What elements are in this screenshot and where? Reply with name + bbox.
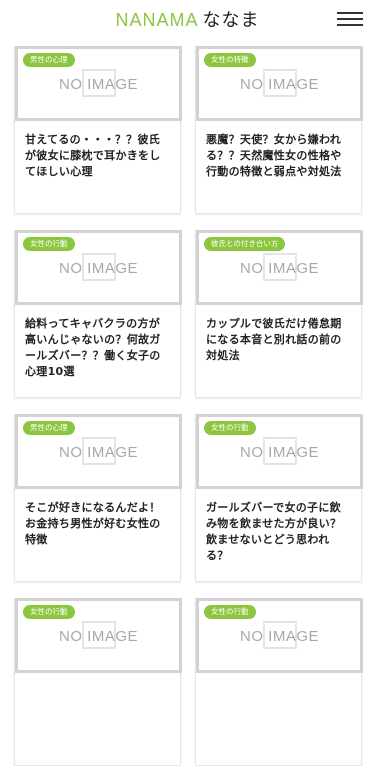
article-title[interactable]: そこが好きになるんだよ！お金持ち男性が好む女性の特徴: [15, 489, 180, 548]
article-card[interactable]: NO IMAGE 女性の行動: [195, 598, 363, 766]
article-title[interactable]: カップルで彼氏だけ倦怠期になる本音と別れ話の前の対処法: [196, 305, 361, 364]
article-thumbnail: NO IMAGE 女性の特徴: [196, 46, 363, 121]
logo-english: NANAMA: [115, 10, 199, 30]
no-image-text: NO IMAGE: [239, 628, 319, 645]
menu-icon[interactable]: [337, 12, 363, 26]
article-thumbnail: NO IMAGE 女性の行動: [15, 230, 182, 305]
article-card[interactable]: NO IMAGE 女性の特徴 悪魔？天使？女から嫌われる？？天然魔性女の性格や行…: [195, 46, 363, 214]
no-image-text: NO IMAGE: [58, 628, 138, 645]
no-image-text: NO IMAGE: [239, 444, 319, 461]
article-title[interactable]: 給料ってキャバクラの方が高いんじゃないの？何故ガールズバー？？働く女子の心理10…: [15, 305, 180, 380]
article-grid: NO IMAGE 男性の心理 甘えてるの・・・？？彼氏が彼女に膝枕で耳かきをして…: [14, 46, 363, 766]
article-title[interactable]: 甘えてるの・・・？？彼氏が彼女に膝枕で耳かきをしてほしい心理: [15, 121, 180, 180]
article-card[interactable]: NO IMAGE 女性の行動 ガールズバーで女の子に飲み物を飲ませた方が良い？飲…: [195, 414, 363, 582]
no-image-text: NO IMAGE: [58, 444, 138, 461]
no-image-text: NO IMAGE: [239, 76, 319, 93]
category-badge[interactable]: 女性の行動: [23, 237, 75, 251]
article-thumbnail: NO IMAGE 女性の行動: [196, 598, 363, 673]
article-thumbnail: NO IMAGE 男性の心理: [15, 46, 182, 121]
menu-icon-bar: [337, 24, 363, 26]
menu-icon-bar: [337, 18, 363, 20]
no-image-text: NO IMAGE: [239, 260, 319, 277]
article-thumbnail: NO IMAGE 男性の心理: [15, 414, 182, 489]
category-badge[interactable]: 女性の行動: [23, 605, 75, 619]
site-logo[interactable]: NANAMA ななま: [0, 9, 375, 31]
article-thumbnail: NO IMAGE 彼氏との付き合い方: [196, 230, 363, 305]
article-card[interactable]: NO IMAGE 彼氏との付き合い方 カップルで彼氏だけ倦怠期になる本音と別れ話…: [195, 230, 363, 398]
category-badge[interactable]: 男性の心理: [23, 421, 75, 435]
article-card[interactable]: NO IMAGE 男性の心理 そこが好きになるんだよ！お金持ち男性が好む女性の特…: [14, 414, 182, 582]
no-image-text: NO IMAGE: [58, 260, 138, 277]
category-badge[interactable]: 男性の心理: [23, 53, 75, 67]
site-header: NANAMA ななま: [0, 0, 375, 40]
article-title[interactable]: 悪魔？天使？女から嫌われる？？天然魔性女の性格や行動の特徴と弱点や対処法: [196, 121, 361, 180]
category-badge[interactable]: 女性の特徴: [204, 53, 256, 67]
category-badge[interactable]: 彼氏との付き合い方: [204, 237, 286, 251]
article-card[interactable]: NO IMAGE 女性の行動 給料ってキャバクラの方が高いんじゃないの？何故ガー…: [14, 230, 182, 398]
article-title[interactable]: [15, 673, 180, 684]
article-card[interactable]: NO IMAGE 女性の行動: [14, 598, 182, 766]
category-badge[interactable]: 女性の行動: [204, 421, 256, 435]
no-image-text: NO IMAGE: [58, 76, 138, 93]
article-thumbnail: NO IMAGE 女性の行動: [196, 414, 363, 489]
menu-icon-bar: [337, 12, 363, 14]
article-title[interactable]: [196, 673, 361, 684]
category-badge[interactable]: 女性の行動: [204, 605, 256, 619]
article-card[interactable]: NO IMAGE 男性の心理 甘えてるの・・・？？彼氏が彼女に膝枕で耳かきをして…: [14, 46, 182, 214]
logo-japanese: ななま: [202, 10, 260, 30]
article-title[interactable]: ガールズバーで女の子に飲み物を飲ませた方が良い？飲ませないとどう思われる？: [196, 489, 361, 564]
article-thumbnail: NO IMAGE 女性の行動: [15, 598, 182, 673]
